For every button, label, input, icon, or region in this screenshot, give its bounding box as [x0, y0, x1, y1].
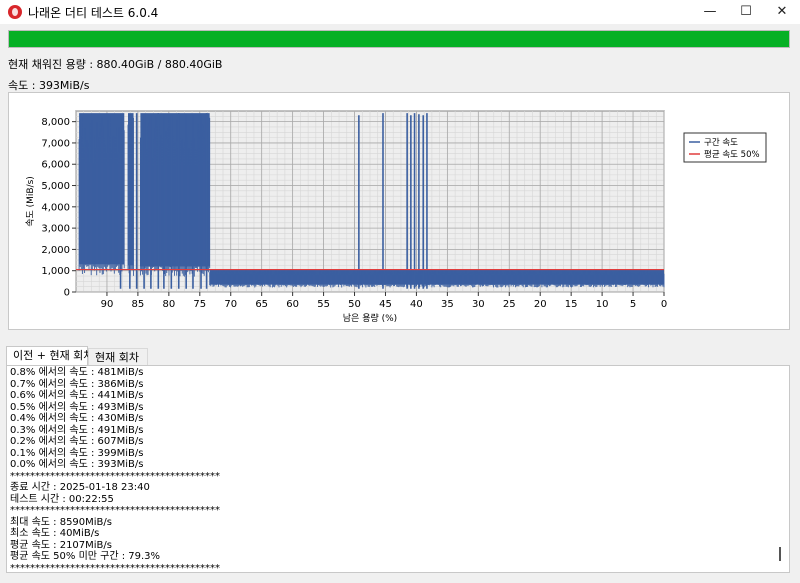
x-tick-label: 80 [162, 299, 175, 310]
speed-text: 속도 : 393MiB/s [8, 79, 90, 92]
x-axis-label: 남은 용량 (%) [343, 312, 397, 324]
x-tick-label: 30 [472, 299, 485, 310]
x-tick-label: 90 [101, 299, 114, 310]
y-tick-label: 2,000 [41, 245, 70, 256]
log-scrollbar[interactable] [779, 547, 781, 561]
window-title: 나래온 더티 테스트 6.0.4 [28, 6, 159, 20]
log-line: 0.6% 에서의 속도 : 441MiB/s [10, 390, 144, 401]
y-tick-label: 1,000 [41, 266, 70, 277]
y-tick-label: 4,000 [41, 202, 70, 213]
log-line: 0.4% 에서의 속도 : 430MiB/s [10, 413, 144, 424]
x-tick-label: 55 [317, 299, 330, 310]
app-icon [8, 5, 22, 19]
x-tick-label: 60 [286, 299, 299, 310]
y-axis-label: 속도 (MiB/s) [25, 176, 36, 227]
log-line: ****************************************… [10, 562, 220, 573]
x-tick-label: 15 [565, 299, 578, 310]
x-tick-label: 40 [410, 299, 423, 310]
log-line: 0.8% 에서의 속도 : 481MiB/s [10, 367, 144, 378]
fill-progress-bar [8, 30, 790, 48]
x-tick-label: 25 [503, 299, 516, 310]
log-line: 평균 속도 50% 미만 구간 : 79.3% [10, 551, 161, 562]
tab-previous-and-current[interactable]: 이전 + 현재 회차 [6, 346, 93, 366]
maximize-button[interactable]: ☐ [728, 0, 764, 24]
x-tick-label: 50 [348, 299, 361, 310]
log-line: 평균 속도 : 2107MiB/s [10, 539, 113, 551]
x-tick-label: 65 [255, 299, 268, 310]
log-line: 테스트 시간 : 00:22:55 [10, 493, 114, 505]
log-line: 0.1% 에서의 속도 : 399MiB/s [10, 447, 144, 459]
x-tick-label: 0 [661, 299, 667, 310]
log-line: 최대 속도 : 8590MiB/s [10, 516, 113, 528]
log-line: 최소 속도 : 40MiB/s [10, 528, 100, 539]
y-tick-label: 7,000 [41, 138, 70, 149]
x-tick-label: 75 [193, 299, 206, 310]
x-tick-label: 35 [441, 299, 454, 310]
log-line: 0.2% 에서의 속도 : 607MiB/s [10, 436, 144, 447]
title-bar: 나래온 더티 테스트 6.0.4 — ☐ ✕ [0, 0, 800, 24]
y-tick-label: 6,000 [41, 160, 70, 171]
log-line: 0.5% 에서의 속도 : 493MiB/s [10, 401, 144, 413]
x-tick-label: 85 [132, 299, 145, 310]
y-tick-label: 5,000 [41, 181, 70, 192]
x-tick-label: 20 [534, 299, 547, 310]
y-tick-label: 0 [64, 288, 70, 299]
minimize-button[interactable]: — [692, 0, 728, 24]
log-line: 0.0% 에서의 속도 : 393MiB/s [10, 459, 144, 470]
x-tick-label: 45 [379, 299, 392, 310]
speed-chart: 0 1,000 2,000 3,000 4,000 5,000 6,000 7,000 8,00… [25, 110, 767, 324]
y-tick-label: 8,000 [41, 117, 70, 128]
legend-label: 구간 속도 [704, 137, 738, 148]
x-tick-label: 70 [224, 299, 237, 310]
log-line: 0.7% 에서의 속도 : 386MiB/s [10, 378, 144, 390]
log-textbox[interactable]: 0.8% 에서의 속도 : 481MiB/s 0.7% 에서의 속도 : 386M… [6, 365, 790, 573]
log-line: 종료 시간 : 2025-01-18 23:40 [10, 482, 150, 493]
x-tick-label: 5 [630, 299, 636, 310]
log-line: ****************************************… [10, 505, 220, 516]
log-line: ****************************************… [10, 470, 220, 482]
chart-panel: 0 1,000 2,000 3,000 4,000 5,000 6,000 7,000 8,00… [8, 92, 790, 330]
close-button[interactable]: ✕ [764, 0, 800, 24]
log-line: 0.3% 에서의 속도 : 491MiB/s [10, 424, 144, 436]
y-tick-label: 3,000 [41, 224, 70, 235]
legend-label: 평균 속도 50% [704, 149, 760, 160]
capacity-text: 현재 채워진 용량 : 880.40GiB / 880.40GiB [8, 58, 223, 71]
log-lines: 0.8% 에서의 속도 : 481MiB/s 0.7% 에서의 속도 : 386M… [10, 367, 220, 573]
tab-current[interactable]: 현재 회차 [88, 348, 148, 366]
x-tick-label: 10 [596, 299, 609, 310]
